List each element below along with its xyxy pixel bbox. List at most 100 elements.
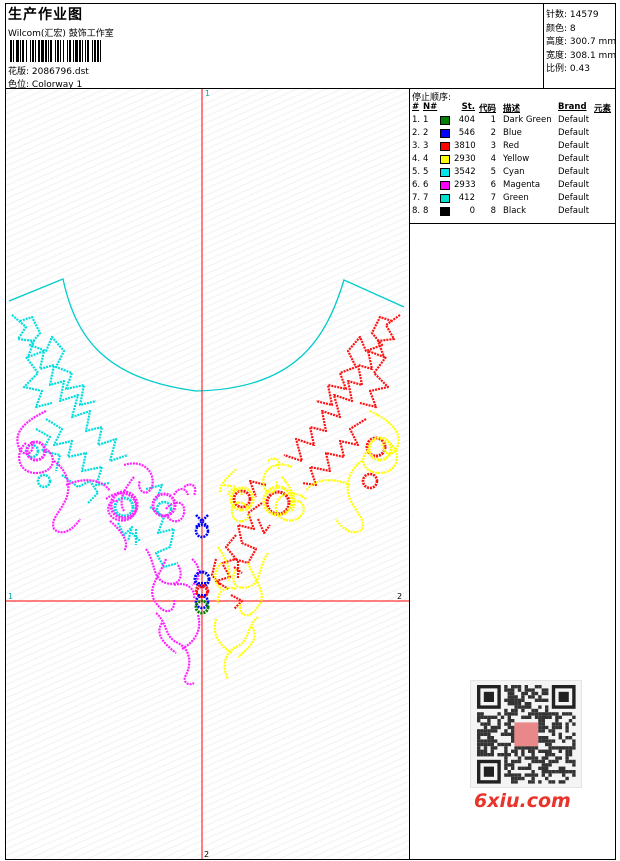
- company-name: Wilcom(汇宏) 鼓饰工作室: [8, 29, 114, 39]
- stat-height: 高度: 300.7 mm: [546, 34, 616, 48]
- qr-code: [470, 680, 582, 788]
- row-code: 8: [490, 206, 496, 216]
- stat-stitches: 针数: 14579: [546, 7, 616, 21]
- stat-label: 比例:: [546, 64, 568, 74]
- row-brand: Default: [558, 115, 590, 125]
- color-swatch: [440, 181, 450, 190]
- neckline-outline: [8, 278, 405, 392]
- row-description: Red: [503, 141, 520, 151]
- row-stitches: 0: [469, 206, 475, 216]
- color-row: 1. 1 404 1 Dark Green Default: [412, 114, 615, 127]
- stat-label: 高度:: [546, 37, 568, 47]
- design-file-value: 2086796.dst: [31, 67, 89, 77]
- row-brand: Default: [558, 128, 590, 138]
- color-row: 2. 2 546 2 Blue Default: [412, 127, 615, 140]
- row-number: 6.: [412, 180, 421, 190]
- row-needle: 2: [423, 128, 429, 138]
- row-number: 2.: [412, 128, 421, 138]
- row-brand: Default: [558, 206, 590, 216]
- design-file: 花版: 2086796.dst: [8, 64, 89, 77]
- row-number: 7.: [412, 193, 421, 203]
- color-swatch: [440, 194, 450, 203]
- guide-label-bottom: 2: [204, 850, 209, 859]
- header-brand: Brand: [558, 102, 587, 112]
- color-table: # N# St. 代码 描述 Brand 元素 1. 1 404 1 Dark Gree…: [412, 101, 615, 218]
- color-row: 7. 7 412 7 Green Default: [412, 192, 615, 205]
- header-info: 生产作业图 Wilcom(汇宏) 鼓饰工作室 花版: 2086796.dst 色…: [6, 4, 543, 90]
- row-needle: 4: [423, 154, 429, 164]
- color-swatch: [440, 116, 450, 125]
- stat-label: 针数:: [546, 10, 568, 20]
- row-number: 8.: [412, 206, 421, 216]
- stat-value: 14579: [569, 10, 599, 20]
- row-brand: Default: [558, 141, 590, 151]
- color-swatch: [440, 142, 450, 151]
- row-code: 7: [490, 193, 496, 203]
- color-row: 3. 3 3810 3 Red Default: [412, 140, 615, 153]
- row-code: 2: [490, 128, 496, 138]
- row-number: 4.: [412, 154, 421, 164]
- row-brand: Default: [558, 193, 590, 203]
- row-code: 1: [490, 115, 496, 125]
- stat-value: 308.1 mm: [569, 50, 617, 61]
- color-row: 6. 6 2933 6 Magenta Default: [412, 179, 615, 192]
- color-row: 4. 4 2930 4 Yellow Default: [412, 153, 615, 166]
- stat-colors: 颜色: 8: [546, 21, 616, 35]
- stat-scale: 比例: 0.43: [546, 61, 616, 75]
- stat-value: 0.43: [569, 64, 590, 74]
- header-code: 代码: [478, 104, 496, 114]
- row-number: 1.: [412, 115, 421, 125]
- row-code: 5: [490, 167, 496, 177]
- row-brand: Default: [558, 167, 590, 177]
- row-description: Blue: [503, 128, 522, 138]
- row-stitches: 546: [458, 128, 475, 138]
- stat-label: 颜色:: [546, 23, 568, 34]
- row-description: Green: [503, 193, 529, 203]
- row-needle: 8: [423, 206, 429, 216]
- header-element: 元素: [594, 104, 612, 114]
- row-stitches: 2930: [454, 154, 476, 164]
- row-description: Dark Green: [503, 115, 552, 125]
- row-needle: 5: [423, 167, 429, 177]
- row-brand: Default: [558, 180, 590, 190]
- row-stitches: 412: [458, 193, 475, 203]
- stitch-stats: 针数: 14579 颜色: 8 高度: 300.7 mm 宽度: 308.1 m…: [543, 4, 616, 89]
- row-needle: 7: [423, 193, 429, 203]
- production-worksheet: 生产作业图 Wilcom(汇宏) 鼓饰工作室 花版: 2086796.dst 色…: [0, 0, 620, 861]
- stat-width: 宽度: 308.1 mm: [546, 48, 616, 62]
- stat-value: 8: [569, 23, 576, 34]
- color-swatch: [440, 168, 450, 177]
- embroidery-canvas: 1 1 2 2: [6, 89, 410, 859]
- magenta-floral-band: [16, 410, 201, 686]
- watermark: 6xiu.com: [474, 790, 571, 812]
- row-stitches: 2933: [454, 180, 476, 190]
- row-stitches: 3810: [454, 141, 476, 151]
- header-description: 描述: [503, 104, 521, 114]
- row-description: Black: [503, 206, 526, 216]
- row-number: 5.: [412, 167, 421, 177]
- stat-label: 宽度:: [546, 50, 568, 61]
- barcode: [10, 40, 101, 62]
- color-table-header: # N# St. 代码 描述 Brand 元素: [412, 101, 615, 114]
- guide-label-right: 2: [397, 592, 402, 601]
- row-description: Yellow: [503, 154, 530, 164]
- row-needle: 1: [423, 115, 429, 125]
- row-code: 4: [490, 154, 496, 164]
- red-geometric-band: [210, 314, 401, 610]
- color-swatch: [440, 155, 450, 164]
- stat-value: 300.7 mm: [569, 37, 617, 47]
- row-description: Magenta: [503, 180, 541, 190]
- row-number: 3.: [412, 141, 421, 151]
- yellow-floral-band: [213, 410, 400, 680]
- color-swatch: [440, 207, 450, 216]
- embroidery-design: 1 1 2 2: [6, 89, 409, 859]
- qr-code-graphic: [477, 685, 576, 784]
- row-description: Cyan: [503, 167, 525, 177]
- guide-label-top: 1: [205, 89, 210, 98]
- row-stitches: 404: [458, 115, 475, 125]
- row-code: 6: [490, 180, 496, 190]
- page-title: 生产作业图: [8, 7, 83, 23]
- header-needle: N#: [423, 102, 438, 112]
- color-table-rows: 1. 1 404 1 Dark Green Default 2. 2 546 2 Blue Defau…: [412, 114, 615, 218]
- row-stitches: 3542: [454, 167, 476, 177]
